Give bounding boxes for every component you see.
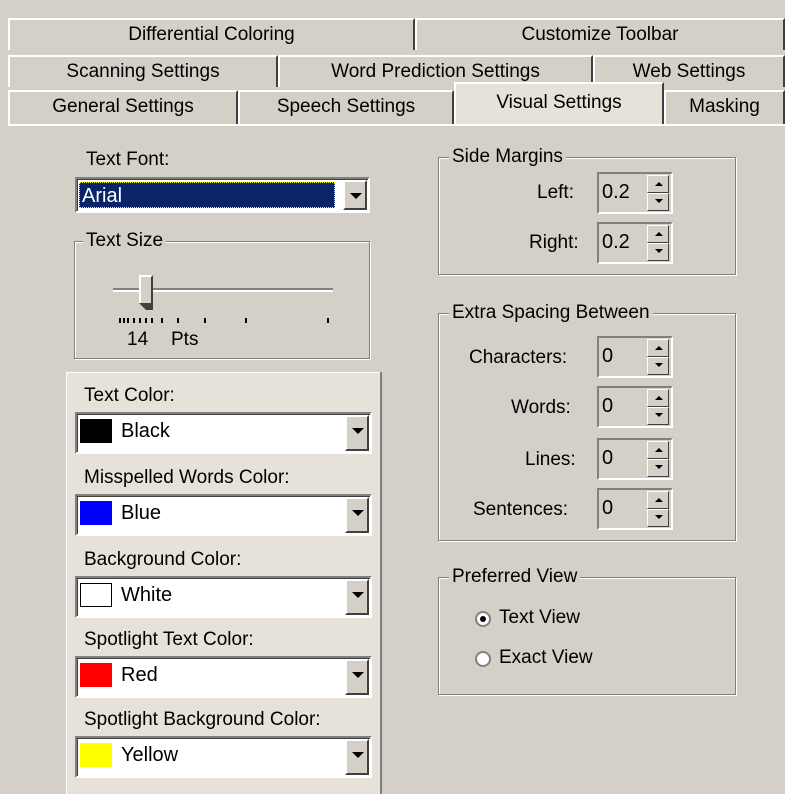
exact-view-label[interactable]: Exact View (499, 646, 593, 670)
red-swatch (80, 663, 112, 687)
text-font-value: Arial (82, 185, 123, 207)
text-color-label: Text Color: (84, 385, 175, 406)
chevron-down-icon[interactable] (343, 180, 367, 210)
slider-thumb-point (139, 303, 153, 310)
characters-spinner[interactable]: 0 (597, 336, 673, 378)
lines-spinner[interactable]: 0 (597, 438, 673, 480)
side-margins-group: Side Margins Left: 0.2 Right: 0.2 (438, 146, 736, 275)
text-size-group: Text Size 14 Pts (74, 230, 370, 359)
blue-swatch (80, 501, 112, 525)
chevron-down-icon[interactable] (345, 579, 369, 615)
words-value: 0 (602, 395, 614, 417)
preferred-view-group: Preferred View Text View Exact View (438, 566, 736, 695)
spin-up-icon[interactable] (647, 491, 669, 509)
spin-up-icon[interactable] (647, 225, 669, 243)
right-edge (785, 0, 801, 794)
spotlight-background-color-label: Spotlight Background Color: (84, 709, 321, 730)
left-margin-spinner[interactable]: 0.2 (597, 172, 673, 214)
extra-spacing-group: Extra Spacing Between Characters: 0 Word… (438, 302, 736, 541)
black-swatch (80, 419, 112, 443)
exact-view-radio[interactable] (475, 651, 491, 667)
sentences-spinner[interactable]: 0 (597, 488, 673, 530)
characters-label: Characters: (469, 347, 568, 368)
text-view-label[interactable]: Text View (499, 606, 580, 630)
spin-up-icon[interactable] (647, 389, 669, 407)
sentences-value: 0 (602, 497, 614, 519)
right-margin-spinner[interactable]: 0.2 (597, 222, 673, 264)
chevron-down-icon[interactable] (345, 497, 369, 533)
extra-spacing-title: Extra Spacing Between (449, 302, 653, 324)
lines-value: 0 (602, 447, 614, 469)
preferred-view-title: Preferred View (449, 566, 581, 588)
characters-value: 0 (602, 345, 614, 367)
left-margin-value: 0.2 (602, 181, 630, 203)
text-color-select[interactable]: Black (75, 412, 372, 454)
tab-customize-toolbar[interactable]: Customize Toolbar (415, 18, 785, 50)
spin-up-icon[interactable] (647, 441, 669, 459)
right-margin-label: Right: (529, 232, 579, 253)
chevron-down-icon[interactable] (345, 415, 369, 451)
left-margin-label: Left: (537, 182, 574, 203)
spin-up-icon[interactable] (647, 339, 669, 357)
misspelled-words-color-value: Blue (121, 502, 162, 524)
yellow-swatch (80, 743, 112, 767)
chevron-down-icon[interactable] (345, 739, 369, 775)
tab-scanning-settings[interactable]: Scanning Settings (8, 55, 278, 87)
background-color-label: Background Color: (84, 549, 242, 570)
background-color-select[interactable]: White (75, 576, 372, 618)
right-margin-value: 0.2 (602, 231, 630, 253)
chevron-down-icon[interactable] (345, 659, 369, 695)
spin-up-icon[interactable] (647, 175, 669, 193)
spotlight-background-color-select[interactable]: Yellow (75, 736, 372, 778)
spin-down-icon[interactable] (647, 357, 669, 375)
words-label: Words: (511, 397, 571, 418)
white-swatch (80, 583, 112, 607)
text-color-value: Black (121, 420, 170, 442)
spin-down-icon[interactable] (647, 509, 669, 527)
spotlight-text-color-value: Red (121, 664, 158, 686)
spotlight-text-color-select[interactable]: Red (75, 656, 372, 698)
background-color-value: White (121, 584, 173, 606)
spotlight-text-color-label: Spotlight Text Color: (84, 629, 254, 650)
spin-down-icon[interactable] (647, 407, 669, 425)
tab-speech-settings[interactable]: Speech Settings (238, 90, 454, 124)
side-margins-title: Side Margins (449, 146, 566, 168)
misspelled-words-color-label: Misspelled Words Color: (84, 467, 290, 488)
lines-label: Lines: (525, 449, 576, 470)
slider-ticks (119, 318, 339, 324)
spin-down-icon[interactable] (647, 193, 669, 211)
text-font-select[interactable]: Arial (75, 177, 370, 213)
text-size-title: Text Size (83, 230, 167, 252)
text-size-unit: Pts (171, 329, 199, 350)
tab-masking[interactable]: Masking (664, 90, 785, 124)
tab-visual-settings[interactable]: Visual Settings (454, 82, 664, 126)
text-size-slider-thumb[interactable] (139, 275, 153, 303)
tab-differential-coloring[interactable]: Differential Coloring (8, 18, 415, 50)
text-font-label: Text Font: (86, 149, 170, 170)
sentences-label: Sentences: (473, 499, 569, 520)
text-size-value: 14 (127, 329, 149, 350)
words-spinner[interactable]: 0 (597, 386, 673, 428)
tab-content-border (8, 124, 785, 126)
spin-down-icon[interactable] (647, 243, 669, 261)
text-view-radio[interactable] (475, 611, 491, 627)
spotlight-background-color-value: Yellow (121, 744, 179, 766)
spin-down-icon[interactable] (647, 459, 669, 477)
misspelled-words-color-select[interactable]: Blue (75, 494, 372, 536)
tab-general-settings[interactable]: General Settings (8, 90, 238, 124)
